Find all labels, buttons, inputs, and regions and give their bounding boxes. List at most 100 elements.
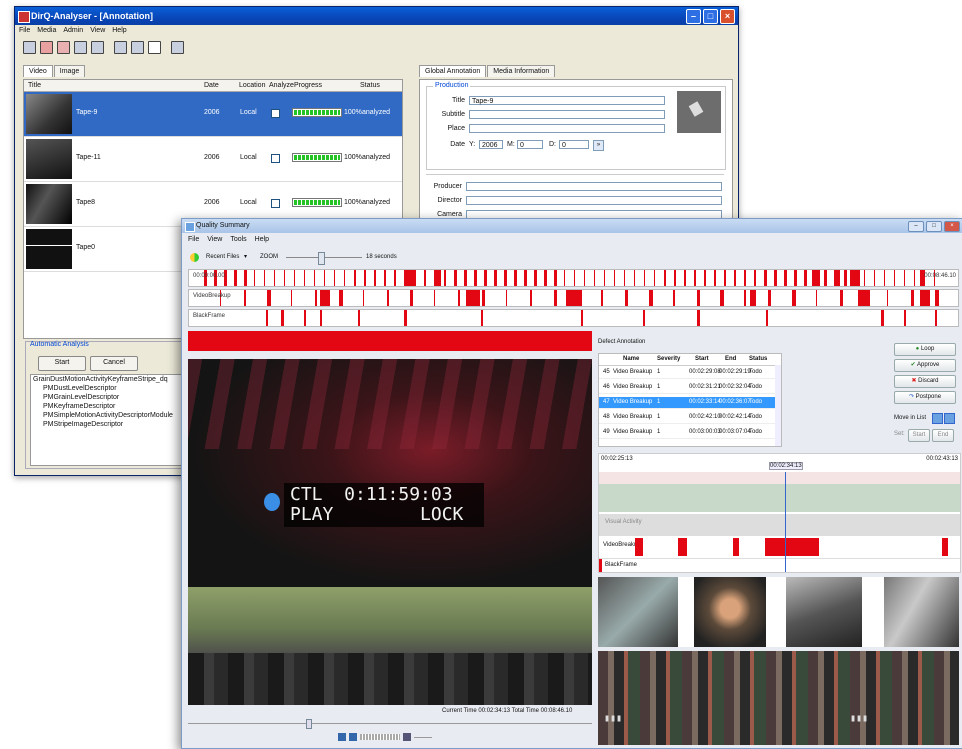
quality-title-bar[interactable]: Quality Summary – □ × bbox=[182, 219, 962, 233]
defect-marker[interactable] bbox=[734, 270, 737, 286]
defect-marker[interactable] bbox=[334, 270, 336, 286]
defect-marker[interactable] bbox=[704, 270, 707, 286]
zoom-slider-handle[interactable] bbox=[318, 252, 325, 265]
table-row[interactable]: 45 Video Breakup 1 00:02:29:08 00:02:29:19 To… bbox=[599, 367, 775, 379]
delete-icon[interactable] bbox=[40, 40, 53, 54]
set-end-button[interactable]: End bbox=[932, 429, 954, 442]
keyframe-thumbnail[interactable] bbox=[786, 577, 862, 647]
defect-marker[interactable] bbox=[644, 270, 646, 286]
tab-video[interactable]: Video bbox=[23, 65, 53, 77]
table-row[interactable]: 47 Video Breakup 1 00:02:33:14 00:02:36:07 To… bbox=[599, 397, 775, 409]
defect-marker[interactable] bbox=[732, 538, 739, 556]
defect-marker[interactable] bbox=[941, 538, 948, 556]
analyze-checkbox[interactable] bbox=[271, 154, 280, 163]
director-field[interactable] bbox=[466, 196, 722, 205]
defect-marker[interactable] bbox=[505, 290, 507, 306]
defect-marker[interactable] bbox=[714, 270, 717, 286]
year-spinner[interactable]: 2006 bbox=[479, 140, 503, 149]
defect-marker[interactable] bbox=[601, 290, 604, 306]
close-button[interactable]: × bbox=[720, 9, 735, 24]
menu-view[interactable]: View bbox=[90, 25, 105, 37]
defect-marker[interactable] bbox=[874, 270, 876, 286]
defect-marker[interactable] bbox=[454, 270, 458, 286]
defect-range-bar[interactable] bbox=[188, 331, 592, 351]
defect-marker[interactable] bbox=[834, 270, 840, 286]
refresh-icon[interactable] bbox=[190, 253, 199, 262]
defect-marker[interactable] bbox=[864, 270, 866, 286]
move-up-icon[interactable] bbox=[932, 413, 943, 424]
defect-marker[interactable] bbox=[465, 290, 480, 306]
defect-marker[interactable] bbox=[887, 290, 889, 306]
video-frame[interactable]: CTL 0:11:59:03 PLAY LOCK bbox=[188, 359, 592, 587]
col-severity[interactable]: Severity bbox=[657, 354, 680, 365]
defect-marker[interactable] bbox=[410, 290, 414, 306]
defect-marker[interactable] bbox=[664, 270, 667, 286]
defect-marker[interactable] bbox=[344, 270, 346, 286]
defect-marker[interactable] bbox=[754, 270, 757, 286]
col-end[interactable]: End bbox=[725, 354, 736, 365]
defect-marker[interactable] bbox=[434, 290, 436, 306]
defect-scrollbar[interactable] bbox=[775, 365, 781, 446]
defect-marker[interactable] bbox=[364, 270, 367, 286]
defect-marker[interactable] bbox=[534, 270, 538, 286]
defect-marker[interactable] bbox=[404, 310, 408, 326]
defect-marker[interactable] bbox=[919, 270, 924, 286]
defect-marker[interactable] bbox=[319, 310, 322, 326]
defect-marker[interactable] bbox=[642, 310, 645, 326]
defect-marker[interactable] bbox=[554, 270, 558, 286]
day-spinner[interactable]: 0 bbox=[559, 140, 589, 149]
defect-marker[interactable] bbox=[724, 270, 727, 286]
discard-button[interactable]: ✖ Discard bbox=[894, 375, 956, 388]
defect-marker[interactable] bbox=[594, 270, 596, 286]
defect-marker[interactable] bbox=[696, 290, 700, 306]
defect-marker[interactable] bbox=[584, 270, 586, 286]
place-field[interactable] bbox=[469, 124, 665, 133]
volume-slider[interactable] bbox=[414, 736, 432, 738]
defect-marker[interactable] bbox=[784, 270, 788, 286]
subtitle-field[interactable] bbox=[469, 110, 665, 119]
col-name[interactable]: Name bbox=[623, 354, 639, 365]
analyze-checkbox[interactable] bbox=[271, 109, 280, 118]
position-handle[interactable] bbox=[306, 719, 312, 729]
defect-marker[interactable] bbox=[774, 270, 778, 286]
tab-global-annotation[interactable]: Global Annotation bbox=[419, 65, 487, 77]
defect-marker[interactable] bbox=[315, 290, 318, 306]
col-start[interactable]: Start bbox=[695, 354, 709, 365]
defect-marker[interactable] bbox=[624, 270, 626, 286]
defect-marker[interactable] bbox=[794, 270, 798, 286]
defect-marker[interactable] bbox=[243, 290, 246, 306]
defect-marker[interactable] bbox=[858, 290, 871, 306]
chevron-down-icon[interactable]: ▾ bbox=[244, 253, 247, 260]
defect-marker[interactable] bbox=[654, 270, 656, 286]
defect-marker[interactable] bbox=[474, 270, 478, 286]
defect-marker[interactable] bbox=[274, 270, 276, 286]
col-title[interactable]: Title bbox=[28, 80, 41, 91]
defect-marker[interactable] bbox=[264, 270, 266, 286]
defect-marker[interactable] bbox=[934, 290, 939, 306]
defect-marker[interactable] bbox=[484, 270, 488, 286]
defect-marker[interactable] bbox=[824, 270, 828, 286]
month-spinner[interactable]: 0 bbox=[517, 140, 543, 149]
table-row[interactable]: 48 Video Breakup 1 00:02:42:10 00:02:42:14 To… bbox=[599, 412, 775, 424]
start-button[interactable]: Start bbox=[38, 356, 86, 371]
blackframe-track[interactable]: BlackFrame bbox=[188, 309, 959, 327]
import-icon[interactable] bbox=[23, 40, 36, 54]
defect-marker[interactable] bbox=[291, 290, 293, 306]
defect-marker[interactable] bbox=[804, 270, 808, 286]
defect-marker[interactable] bbox=[815, 290, 817, 306]
menu-file[interactable]: File bbox=[188, 236, 199, 243]
defect-marker[interactable] bbox=[265, 310, 268, 326]
approve-button[interactable]: ✔ Approve bbox=[894, 359, 956, 372]
defect-marker[interactable] bbox=[581, 310, 584, 326]
video-frame-lower[interactable] bbox=[188, 587, 592, 705]
defect-marker[interactable] bbox=[358, 310, 361, 326]
defect-marker[interactable] bbox=[394, 270, 397, 286]
set-start-button[interactable]: Start bbox=[908, 429, 930, 442]
defect-marker[interactable] bbox=[635, 538, 644, 556]
defect-marker[interactable] bbox=[839, 290, 843, 306]
defect-marker[interactable] bbox=[267, 290, 272, 306]
menu-help[interactable]: Help bbox=[255, 236, 269, 243]
defect-marker[interactable] bbox=[464, 270, 468, 286]
postpone-button[interactable]: ↷ Postpone bbox=[894, 391, 956, 404]
col-date[interactable]: Date bbox=[204, 80, 219, 91]
